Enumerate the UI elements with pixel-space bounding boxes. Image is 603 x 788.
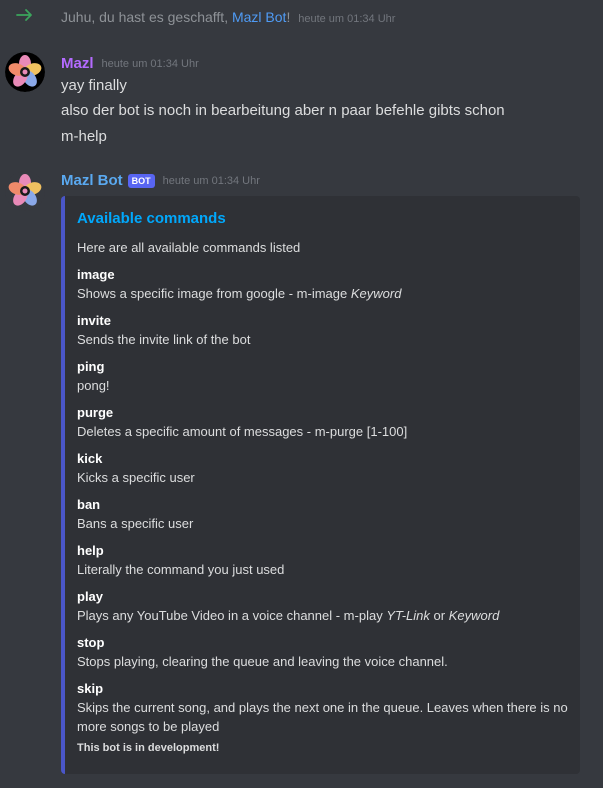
field-value: Deletes a specific amount of messages - … [77, 424, 408, 439]
embed-field-ban: ban Bans a specific user [77, 496, 572, 533]
embed-description: Here are all available commands listed [77, 240, 301, 255]
field-value: Bans a specific user [77, 516, 194, 531]
embed-title: Available commands [77, 210, 226, 227]
embed-field-kick: kick Kicks a specific user [77, 450, 572, 487]
bot-badge: BOT [127, 173, 155, 188]
avatar-mazl[interactable] [5, 52, 45, 92]
message-line: m-help [61, 128, 107, 145]
message-line: yay finally [61, 77, 127, 94]
field-name: ban [77, 497, 101, 512]
message-header-mazl-bot: Mazl Bot BOT heute um 01:34 Uhr [61, 172, 260, 189]
message-line: also der bot is noch in bearbeitung aber… [61, 102, 505, 119]
username-mazl-bot[interactable]: Mazl Bot [61, 172, 123, 189]
field-value: Shows a specific image from google - m-i… [77, 286, 402, 301]
embed-field-skip: skip Skips the current song, and plays t… [77, 680, 572, 736]
field-value: pong! [77, 378, 110, 393]
message-timestamp[interactable]: heute um 01:34 Uhr [102, 58, 199, 70]
flower-avatar-icon [5, 52, 45, 92]
embed-field-ping: ping pong! [77, 358, 572, 395]
join-timestamp[interactable]: heute um 01:34 Uhr [298, 13, 395, 25]
chat-messages: Juhu, du hast es geschafft, Mazl Bot! he… [0, 0, 603, 788]
field-value: Plays any YouTube Video in a voice chann… [77, 608, 500, 623]
join-bot-name[interactable]: Mazl Bot [232, 9, 286, 25]
embed-field-purge: purge Deletes a specific amount of messa… [77, 404, 572, 441]
field-name: image [77, 267, 115, 282]
field-name: kick [77, 451, 103, 466]
join-message: Juhu, du hast es geschafft, Mazl Bot! he… [61, 9, 395, 25]
message-timestamp[interactable]: heute um 01:34 Uhr [163, 175, 260, 187]
field-name: invite [77, 313, 111, 328]
embed-field-invite: invite Sends the invite link of the bot [77, 312, 572, 349]
field-name: help [77, 543, 104, 558]
username-mazl[interactable]: Mazl [61, 55, 94, 72]
avatar-mazl-bot[interactable] [5, 171, 45, 211]
field-name: stop [77, 635, 105, 650]
embed-field-image: image Shows a specific image from google… [77, 266, 572, 303]
field-value: Literally the command you just used [77, 562, 285, 577]
message-header-mazl: Mazl heute um 01:34 Uhr [61, 55, 199, 72]
field-name: play [77, 589, 104, 604]
embed-field-play: play Plays any YouTube Video in a voice … [77, 588, 572, 625]
field-name: purge [77, 405, 114, 420]
flower-avatar-icon [5, 171, 45, 211]
embed-field-stop: stop Stops playing, clearing the queue a… [77, 634, 572, 671]
field-value: Stops playing, clearing the queue and le… [77, 654, 448, 669]
field-name: skip [77, 681, 104, 696]
join-text: Juhu, du hast es geschafft, [61, 9, 229, 25]
embed-field-help: help Literally the command you just used [77, 542, 572, 579]
help-embed: Available commands Here are all availabl… [61, 196, 580, 774]
arrow-right-icon [16, 9, 32, 21]
field-name: ping [77, 359, 105, 374]
join-punct: ! [286, 9, 291, 25]
embed-footer: This bot is in development! [77, 742, 220, 754]
field-value: Skips the current song, and plays the ne… [77, 700, 568, 734]
field-value: Kicks a specific user [77, 470, 195, 485]
field-value: Sends the invite link of the bot [77, 332, 251, 347]
